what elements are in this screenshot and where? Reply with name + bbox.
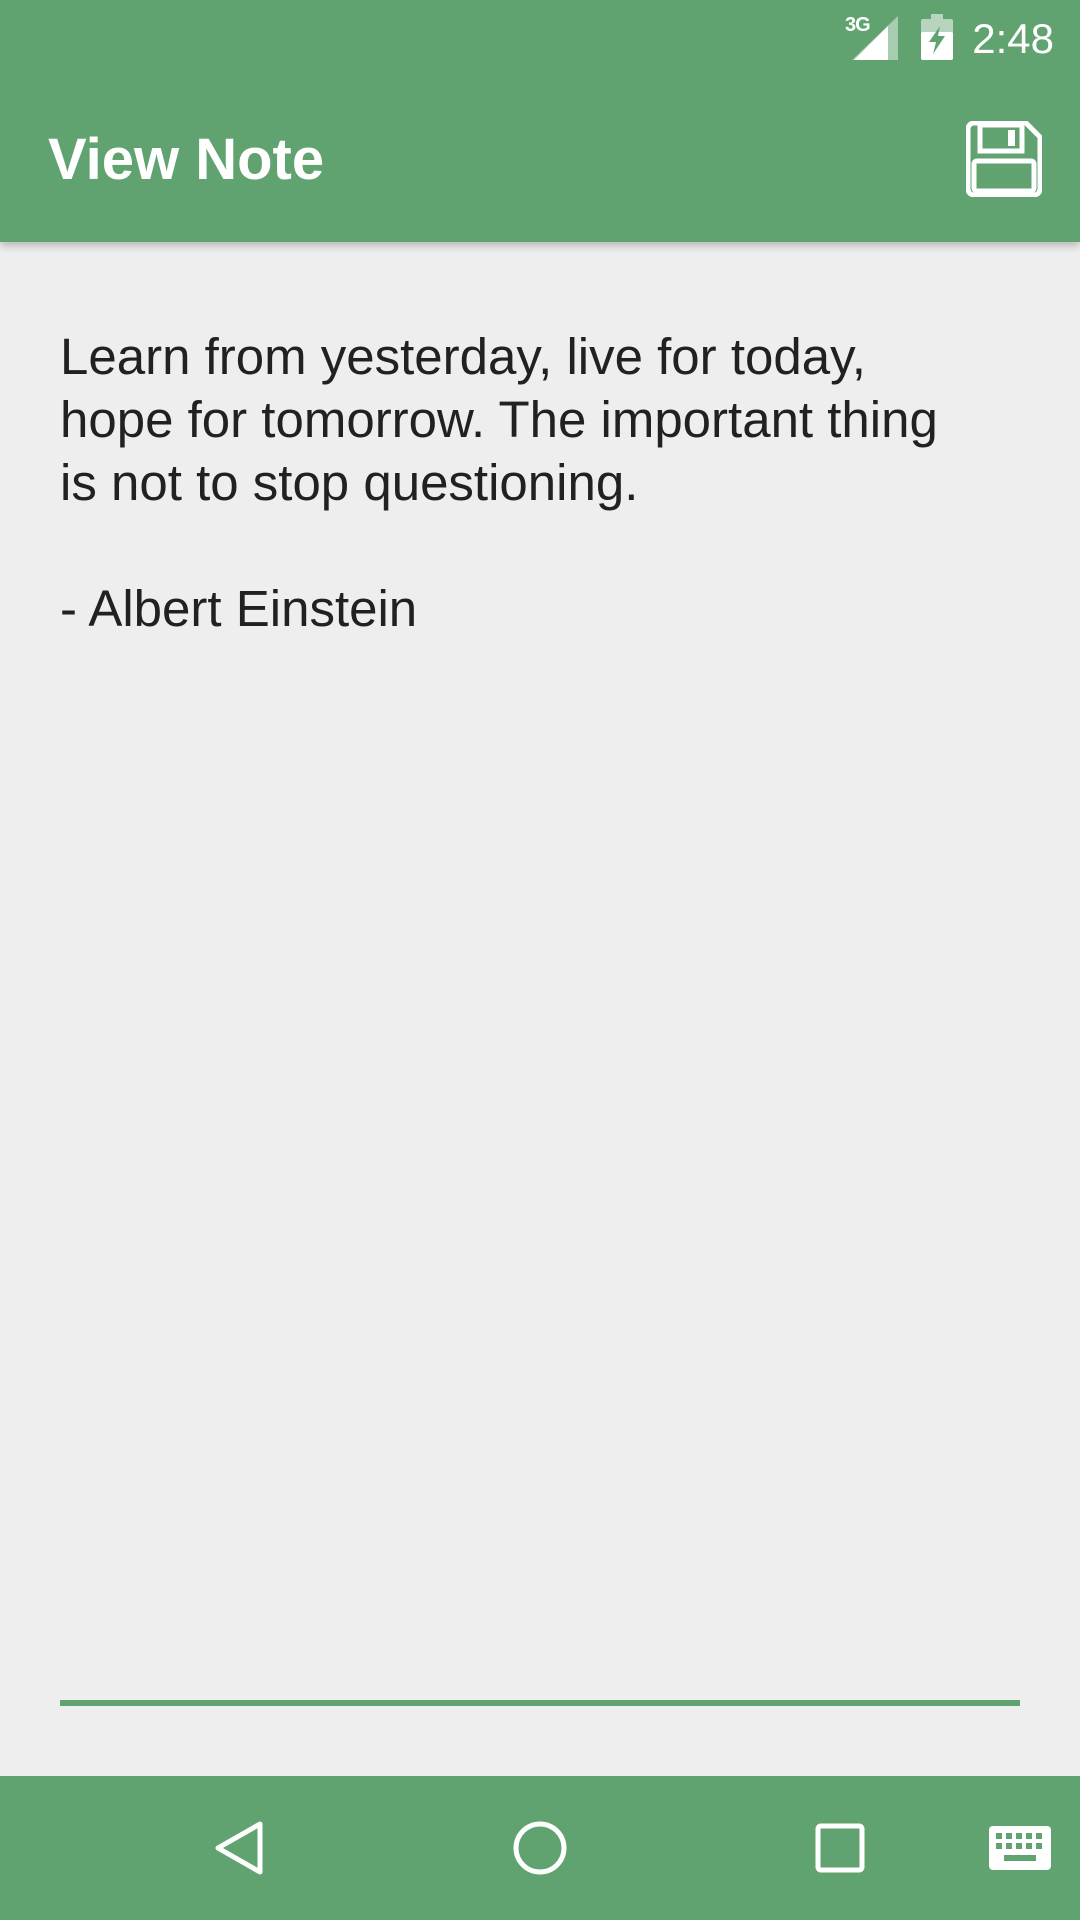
recents-button[interactable] xyxy=(768,1776,912,1920)
back-icon xyxy=(215,1821,263,1875)
note-body[interactable]: Learn from yesterday, live for today, ho… xyxy=(60,325,1020,640)
home-button[interactable] xyxy=(468,1776,612,1920)
status-bar: 3G 2:48 xyxy=(0,0,1080,75)
keyboard-icon xyxy=(989,1826,1051,1870)
save-button[interactable] xyxy=(956,111,1052,207)
view-note-screen: 3G 2:48 View Note Learn from yesterday, … xyxy=(0,0,1080,1920)
battery-charging-icon xyxy=(921,14,953,60)
app-bar: View Note xyxy=(0,75,1080,242)
home-icon xyxy=(513,1821,567,1875)
back-button[interactable] xyxy=(168,1776,312,1920)
save-icon xyxy=(966,121,1042,197)
signal-icon xyxy=(852,16,898,60)
navigation-bar xyxy=(0,1776,1080,1920)
keyboard-button[interactable] xyxy=(960,1776,1080,1920)
note-field-underline xyxy=(60,1700,1020,1706)
note-text[interactable]: Learn from yesterday, live for today, ho… xyxy=(60,325,1020,640)
status-time: 2:48 xyxy=(972,15,1054,62)
page-title: View Note xyxy=(48,127,325,192)
recents-icon xyxy=(815,1823,865,1873)
top-bar: 3G 2:48 View Note xyxy=(0,0,1080,242)
